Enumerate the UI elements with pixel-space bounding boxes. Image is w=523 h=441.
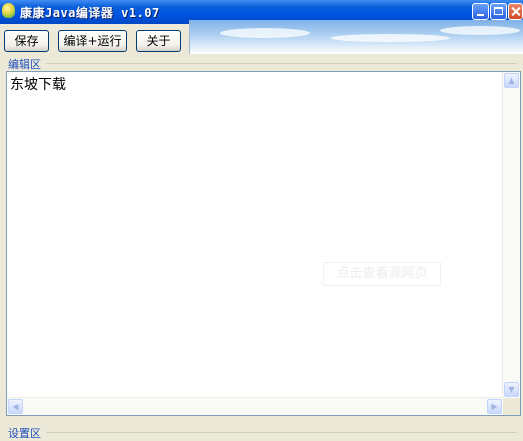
settings-group-label: 设置区	[8, 425, 43, 441]
watermark-text: 点击查看源网页	[323, 262, 441, 286]
editor-group-label: 编辑区	[8, 56, 43, 72]
minimize-icon[interactable]	[472, 3, 489, 20]
vertical-scrollbar[interactable]: ▲ ▼	[502, 72, 520, 398]
horizontal-scrollbar[interactable]: ◀ ▶	[7, 397, 503, 415]
editor-group-divider	[46, 63, 517, 64]
app-icon	[2, 3, 15, 18]
settings-group-divider	[46, 432, 517, 433]
about-button[interactable]: 关于	[136, 30, 181, 52]
sky-banner-image	[189, 20, 523, 54]
scroll-left-icon[interactable]: ◀	[8, 399, 23, 414]
scrollbar-corner	[503, 398, 520, 415]
scroll-right-icon[interactable]: ▶	[487, 399, 502, 414]
close-icon[interactable]	[508, 3, 523, 20]
scroll-down-icon[interactable]: ▼	[504, 382, 519, 397]
window-title: 康康Java编译器 v1.07	[20, 6, 160, 20]
code-editor[interactable]: 东坡下载 点击查看源网页 ▲ ▼ ◀ ▶	[6, 71, 521, 416]
maximize-icon[interactable]	[490, 3, 507, 20]
editor-content[interactable]: 东坡下载	[10, 74, 66, 94]
compile-run-button[interactable]: 编译+运行	[58, 30, 127, 52]
save-button[interactable]: 保存	[4, 30, 49, 52]
scroll-up-icon[interactable]: ▲	[504, 73, 519, 88]
